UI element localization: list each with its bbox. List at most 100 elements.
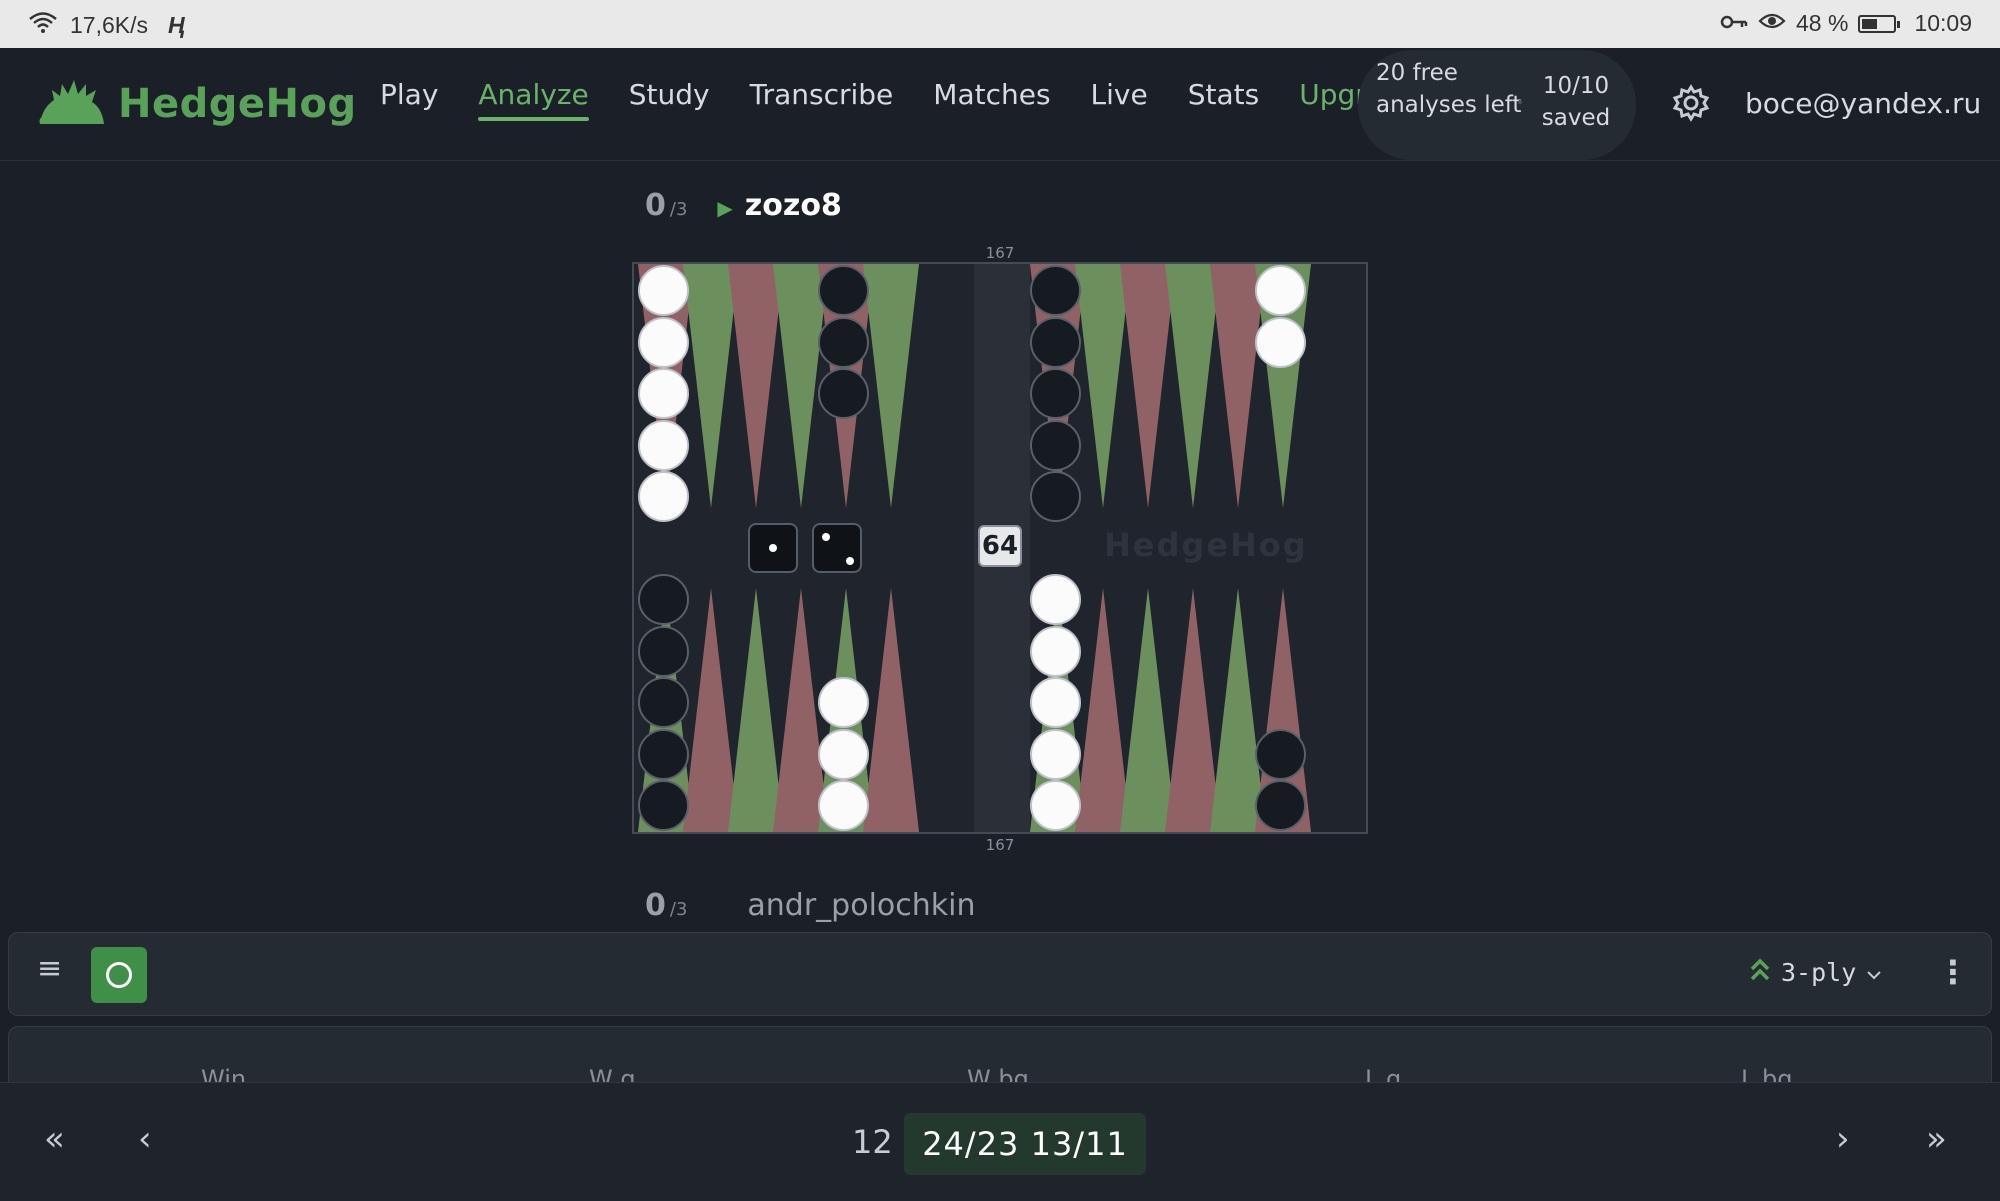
board-point[interactable] [1165, 264, 1221, 508]
white-checker[interactable] [1030, 677, 1081, 728]
nav-live[interactable]: Live [1091, 78, 1148, 121]
board-watermark: HedgeHog [1104, 526, 1308, 564]
board-point[interactable] [728, 264, 784, 508]
white-checker[interactable] [818, 677, 869, 728]
white-checker[interactable] [818, 780, 869, 831]
die-pip [846, 557, 854, 565]
bottom-player-name: andr_polochkin [747, 888, 976, 923]
white-checker[interactable] [638, 368, 689, 419]
black-checker[interactable] [1030, 471, 1081, 522]
next-move-icon[interactable]: › [1836, 1119, 1850, 1159]
top-player-score: 0 [645, 188, 666, 223]
hedgehog-notification-icon: Ⱨ [168, 11, 185, 38]
die-pip [822, 533, 830, 541]
nav-matches[interactable]: Matches [933, 78, 1050, 121]
bottom-player-row: 0 /3 andr_polochkin [645, 888, 976, 923]
board-point[interactable] [728, 588, 784, 832]
move-navigation-bar: « ‹ 12 24/23 13/11 › » [0, 1082, 2000, 1201]
die-2[interactable] [812, 523, 862, 573]
eye-icon [1758, 10, 1786, 37]
last-move-icon[interactable]: » [1926, 1119, 1947, 1159]
backgammon-board[interactable]: HedgeHog 64 [632, 262, 1368, 834]
black-checker[interactable] [1030, 265, 1081, 316]
nav-stats[interactable]: Stats [1188, 78, 1259, 121]
board-point[interactable] [1120, 588, 1176, 832]
black-checker[interactable] [1030, 368, 1081, 419]
turn-indicator-icon: ▶ [717, 196, 733, 220]
menu-icon[interactable]: ≡ [37, 951, 62, 986]
nav-play[interactable]: Play [380, 78, 438, 121]
ply-label: 3-ply [1781, 957, 1857, 987]
white-checker[interactable] [818, 728, 869, 780]
die-1[interactable] [748, 523, 798, 573]
black-checker[interactable] [1030, 316, 1081, 368]
white-checker[interactable] [1030, 574, 1081, 625]
top-player-row: 0 /3 ▶ zozo8 [645, 188, 842, 223]
black-checker[interactable] [818, 265, 869, 316]
board-point[interactable] [683, 588, 739, 832]
white-checker[interactable] [638, 471, 689, 522]
white-checker[interactable] [638, 419, 689, 471]
current-move[interactable]: 24/23 13/11 [904, 1113, 1146, 1175]
network-speed: 17,6K/s [70, 11, 148, 38]
white-checker[interactable] [1030, 728, 1081, 780]
die-pip [769, 544, 777, 552]
bottom-player-score-max: /3 [669, 899, 688, 920]
logo-text: HedgeHog [118, 81, 357, 127]
user-email[interactable]: boce@yandex.ru [1745, 87, 1981, 120]
black-checker[interactable] [818, 368, 869, 419]
bottom-player-score: 0 [645, 888, 666, 923]
doubling-cube[interactable]: 64 [978, 525, 1022, 567]
black-checker[interactable] [638, 728, 689, 780]
stats-panel: Win W g W bg L g L bg [8, 1026, 1992, 1086]
black-checker[interactable] [818, 316, 869, 368]
board-area: 167 HedgeHog 64 167 [632, 244, 1368, 854]
board-point[interactable] [863, 588, 919, 832]
player-toggle-button[interactable] [91, 947, 147, 1003]
free-analyses-left: 20 free analyses left [1376, 60, 1522, 118]
clock: 10:09 [1914, 10, 1972, 36]
ply-selector[interactable]: 3-ply [1749, 955, 1882, 989]
main-nav: Play Analyze Study Transcribe Matches Li… [380, 78, 1419, 121]
black-checker[interactable] [638, 625, 689, 677]
board-point[interactable] [683, 264, 739, 508]
nav-study[interactable]: Study [629, 78, 710, 121]
white-checker[interactable] [1255, 265, 1306, 316]
settings-button[interactable] [1672, 84, 1710, 126]
black-checker[interactable] [638, 780, 689, 831]
nav-analyze[interactable]: Analyze [478, 78, 590, 121]
top-pip-count: 167 [985, 244, 1015, 262]
double-chevron-up-icon [1749, 955, 1771, 989]
vpn-key-icon [1720, 10, 1748, 37]
first-move-icon[interactable]: « [44, 1119, 65, 1159]
hedgehog-logo-icon [36, 74, 108, 134]
wifi-icon [28, 10, 58, 40]
checker-circle-icon [106, 962, 132, 988]
board-point[interactable] [1075, 264, 1131, 508]
black-checker[interactable] [638, 574, 689, 625]
black-checker[interactable] [1255, 780, 1306, 831]
black-checker[interactable] [1030, 419, 1081, 471]
previous-move-icon[interactable]: ‹ [138, 1119, 152, 1159]
board-point[interactable] [1165, 588, 1221, 832]
logo[interactable]: HedgeHog [36, 74, 357, 134]
board-point[interactable] [1120, 264, 1176, 508]
quota-separator [1518, 100, 1522, 104]
analysis-quota-badge[interactable]: 20 free analyses left 10/10 saved [1358, 50, 1636, 160]
white-checker[interactable] [1255, 316, 1306, 368]
analysis-toolbar: ≡ 3-ply ⋮ [8, 932, 1992, 1016]
gear-icon [1672, 84, 1710, 126]
white-checker[interactable] [1030, 625, 1081, 677]
black-checker[interactable] [1255, 728, 1306, 780]
white-checker[interactable] [638, 265, 689, 316]
more-options-icon[interactable]: ⋮ [1937, 953, 1969, 991]
black-checker[interactable] [638, 677, 689, 728]
board-point[interactable] [863, 264, 919, 508]
bottom-pip-count: 167 [985, 836, 1015, 854]
nav-transcribe[interactable]: Transcribe [750, 78, 894, 121]
move-number: 12 [852, 1123, 893, 1161]
board-point[interactable] [1075, 588, 1131, 832]
battery-icon [1858, 14, 1901, 33]
white-checker[interactable] [638, 316, 689, 368]
white-checker[interactable] [1030, 780, 1081, 831]
